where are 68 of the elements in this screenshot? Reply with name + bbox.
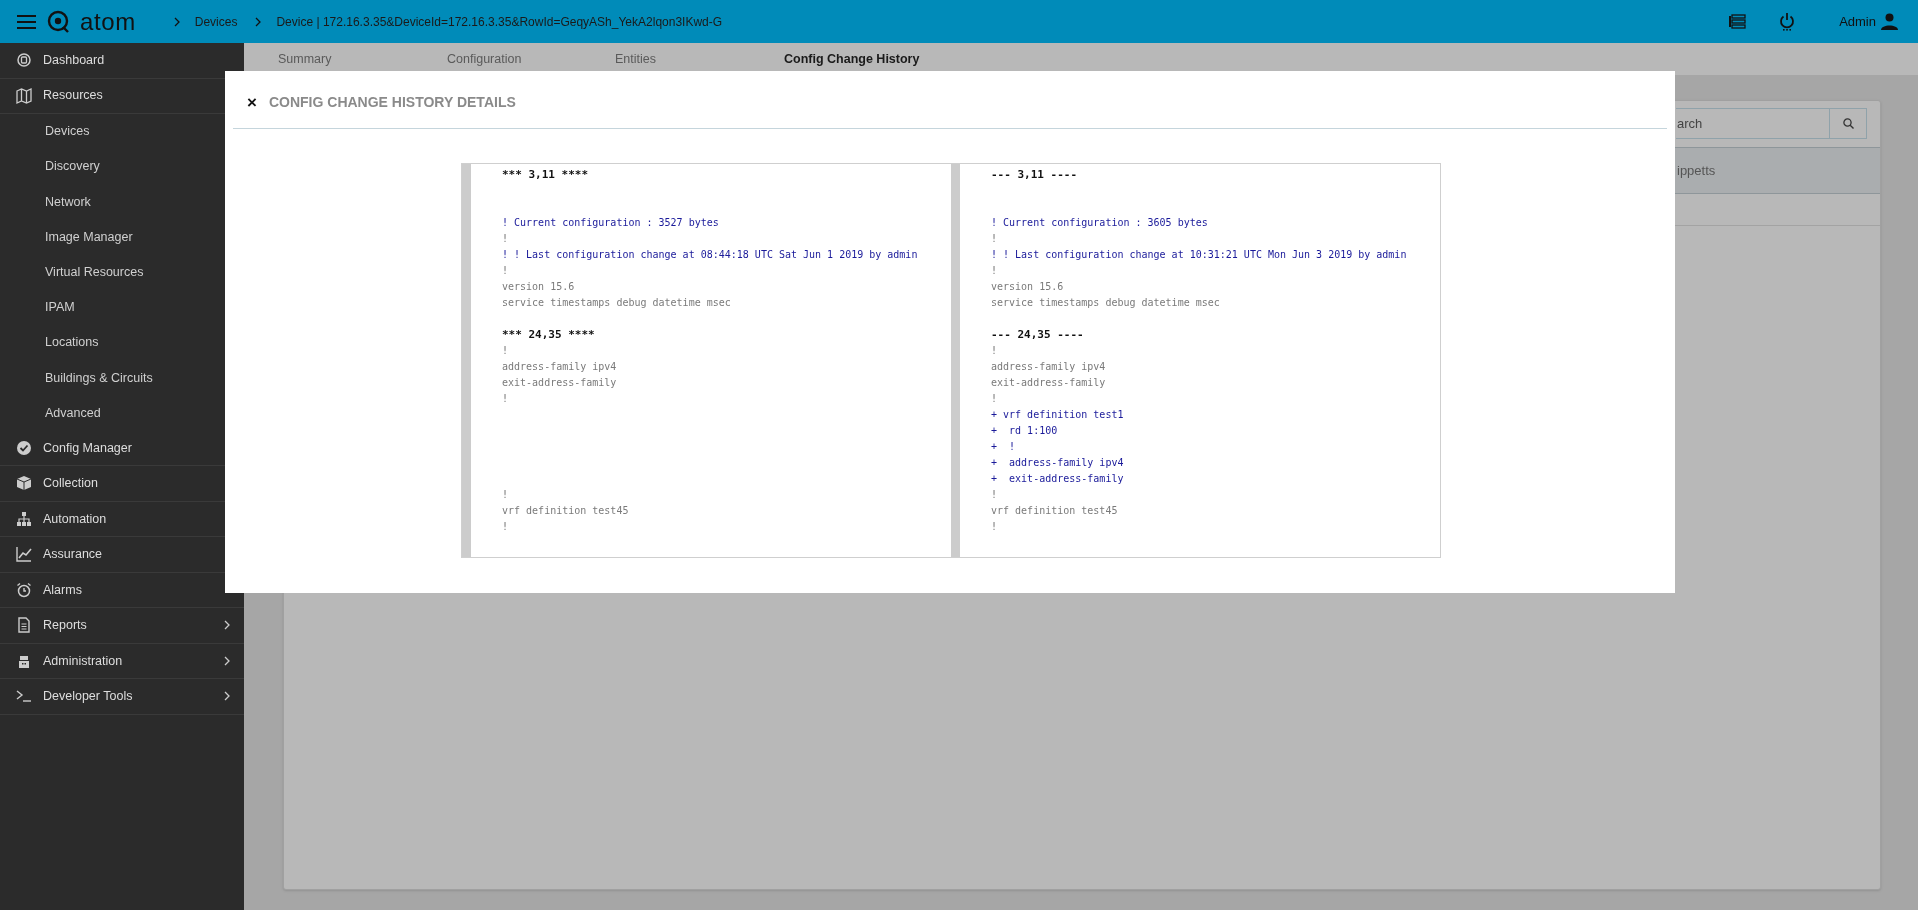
code-line: ! ! Last configuration change at 10:31:21 UTC Mon Jun 3 2019 by admin (991, 248, 1407, 262)
code-line: service timestamps debug datetime msec (991, 296, 1221, 310)
sidebar-item[interactable]: Reports (0, 608, 244, 644)
code-line: ! (991, 344, 999, 358)
diff-hunk-header: --- 24,35 ---- (991, 327, 1085, 343)
chart-icon (16, 546, 32, 563)
diff-hunk-header: *** 24,35 **** (502, 327, 596, 343)
code-line: exit-address-family (502, 376, 618, 390)
code-line: vrf definition test45 (991, 504, 1119, 518)
code-line: ! (991, 392, 999, 406)
search-icon (1842, 118, 1854, 129)
user-name[interactable]: Admin (1839, 11, 1876, 32)
code-line: version 15.6 (502, 280, 576, 294)
tab[interactable]: Configuration (447, 49, 615, 69)
logo-text: atom (80, 9, 136, 34)
menu-icon[interactable] (17, 14, 36, 29)
code-line: ! (991, 232, 999, 246)
box-icon (16, 475, 32, 492)
added-line: + rd 1:100 (991, 424, 1059, 438)
added-line: + address-family ipv4 (991, 456, 1125, 470)
code-line: exit-address-family (991, 376, 1107, 390)
stopwatch-icon (16, 52, 32, 69)
sidebar-item[interactable]: Administration (0, 643, 244, 680)
tab[interactable]: Config Change History (784, 49, 984, 69)
alarm-clock-icon (16, 581, 32, 598)
breadcrumb-link[interactable]: Devices (194, 12, 238, 31)
search-button[interactable] (1829, 108, 1867, 139)
added-line: + vrf definition test1 (991, 408, 1125, 422)
code-line: ! (991, 488, 999, 502)
code-line: ! Current configuration : 3605 bytes (991, 216, 1209, 230)
code-line: address-family ipv4 (991, 360, 1107, 374)
code-line: ! Current configuration : 3527 bytes (502, 216, 720, 230)
tab[interactable]: Summary (278, 49, 447, 69)
check-circle-icon (16, 439, 32, 456)
code-line: ! ! Last configuration change at 08:44:18 UTC Sat Jun 1 2019 by admin (502, 248, 918, 262)
diff-hunk-header: --- 3,11 ---- (991, 167, 1079, 183)
diff-hunk-header: *** 3,11 **** (502, 167, 590, 183)
document-icon (16, 617, 32, 634)
search-field[interactable]: arch (1676, 108, 1829, 139)
code-line: address-family ipv4 (502, 360, 618, 374)
code-line: ! (502, 344, 510, 358)
hierarchy-icon (16, 510, 32, 527)
sidebar-item[interactable]: Developer Tools (0, 679, 244, 715)
close-button[interactable]: × (247, 94, 257, 111)
code-line: ! (502, 520, 510, 534)
code-line: ! (502, 232, 510, 246)
map-icon (16, 87, 32, 104)
code-line: ! (502, 488, 510, 502)
code-line: ! (991, 264, 999, 278)
code-line: ! (502, 392, 510, 406)
power-icon[interactable] (1779, 12, 1796, 31)
code-line: ! (502, 264, 510, 278)
breadcrumb-link[interactable]: Device | 172.16.3.35&DeviceId=172.16.3.35&RowId=GeqyASh_YekA2lqon3IKwd-G (276, 12, 723, 31)
modal-title: CONFIG CHANGE HISTORY DETAILS (268, 93, 516, 112)
code-line: ! (991, 520, 999, 534)
column-header: ippetts (1677, 161, 1716, 180)
code-line: version 15.6 (991, 280, 1065, 294)
chevron-icon (255, 16, 262, 27)
list-icon[interactable] (1729, 14, 1747, 29)
added-line: + ! (991, 440, 1017, 454)
terminal-icon (16, 688, 32, 705)
added-line: + exit-address-family (991, 472, 1125, 486)
logo-icon (47, 9, 71, 34)
chevron-icon (173, 16, 180, 27)
tab[interactable]: Entities (615, 49, 784, 69)
code-line: service timestamps debug datetime msec (502, 296, 732, 310)
code-line: vrf definition test45 (502, 504, 630, 518)
person-icon[interactable] (1881, 13, 1898, 30)
